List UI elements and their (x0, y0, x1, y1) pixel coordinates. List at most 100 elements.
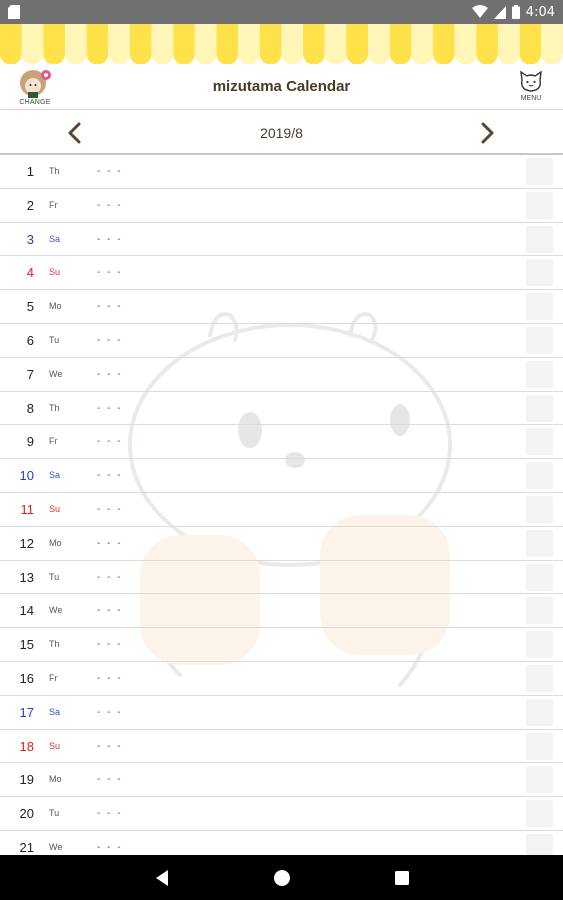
day-number: 10 (19, 468, 34, 484)
day-stamp-slot[interactable] (526, 394, 553, 422)
menu-label: MENU (520, 95, 542, 102)
day-row[interactable]: 11 Su - - - (0, 493, 563, 527)
day-row[interactable]: 21 We - - - (0, 831, 563, 855)
weekday-label: Sa (49, 470, 61, 481)
day-stamp-slot[interactable] (526, 191, 553, 219)
day-row[interactable]: 13 Tu - - - (0, 561, 563, 595)
app-header: CHANGE mizutama Calendar MENU (0, 64, 563, 110)
month-navigation: 2019/8 (0, 111, 563, 155)
change-label: CHANGE (19, 99, 51, 106)
weekday-label: Th (49, 402, 60, 413)
day-stamp-slot[interactable] (526, 766, 553, 794)
event-placeholder: - - - (97, 537, 123, 549)
awning-stripe (281, 24, 304, 64)
event-placeholder: - - - (97, 842, 123, 853)
awning-stripe (324, 24, 347, 64)
day-stamp-slot[interactable] (526, 327, 553, 354)
awning-stripe (129, 24, 152, 64)
wifi-icon (471, 5, 488, 18)
event-placeholder: - - - (97, 774, 123, 786)
awning-stripe (541, 24, 563, 64)
awning-stripe (519, 24, 542, 64)
day-row[interactable]: 12 Mo - - - (0, 527, 563, 561)
day-row[interactable]: 1 Th - - - (0, 155, 563, 189)
day-row[interactable]: 9 Fr - - - (0, 425, 563, 460)
day-stamp-slot[interactable] (526, 597, 553, 625)
event-placeholder: - - - (97, 199, 123, 211)
day-number: 12 (19, 535, 34, 551)
menu-button[interactable]: MENU (515, 70, 547, 110)
weekday-label: Tu (49, 335, 60, 345)
day-number: 17 (19, 704, 34, 720)
day-stamp-slot[interactable] (526, 732, 553, 760)
recents-icon[interactable] (392, 868, 412, 888)
day-row[interactable]: 17 Sa - - - (0, 696, 563, 730)
day-number: 8 (26, 400, 34, 416)
awning-stripe (108, 24, 130, 64)
home-icon[interactable] (272, 868, 292, 888)
day-list[interactable]: 1 Th - - - 2 Fr - - - 3 Sa - - - 4 Su - - - 5 Mo - - -… (0, 155, 563, 855)
day-stamp-slot[interactable] (526, 834, 553, 855)
day-stamp-slot[interactable] (526, 293, 553, 321)
day-number: 11 (20, 502, 35, 517)
day-number: 13 (19, 569, 34, 585)
day-row[interactable]: 14 We - - - (0, 594, 563, 629)
day-stamp-slot[interactable] (526, 563, 553, 591)
day-stamp-slot[interactable] (526, 158, 553, 185)
awning-stripe (497, 24, 520, 64)
day-stamp-slot[interactable] (526, 631, 553, 659)
weekday-label: Th (49, 639, 60, 650)
day-row[interactable]: 18 Su - - - (0, 730, 563, 764)
status-bar: 4:04 (0, 0, 563, 24)
back-icon[interactable] (152, 868, 172, 888)
event-placeholder: - - - (97, 368, 123, 380)
day-stamp-slot[interactable] (526, 529, 553, 557)
day-number: 21 (19, 840, 34, 855)
day-row[interactable]: 7 We - - - (0, 358, 563, 392)
weekday-label: We (49, 368, 63, 379)
day-stamp-slot[interactable] (526, 225, 553, 253)
event-placeholder: - - - (97, 740, 123, 752)
day-row[interactable]: 8 Th - - - (0, 392, 563, 426)
awning-stripe (151, 24, 174, 64)
day-row[interactable]: 2 Fr - - - (0, 189, 563, 223)
awning-stripe (411, 24, 433, 64)
event-placeholder: - - - (97, 301, 123, 313)
day-number: 6 (26, 333, 34, 348)
status-time: 4:04 (525, 4, 555, 20)
weekday-label: Fr (49, 199, 58, 210)
day-stamp-slot[interactable] (526, 698, 553, 726)
weekday-label: Mo (49, 774, 62, 785)
day-row[interactable]: 6 Tu - - - (0, 324, 563, 358)
event-placeholder: - - - (97, 166, 123, 177)
app-title: mizutama Calendar (212, 78, 351, 95)
weekday-label: Tu (49, 571, 60, 582)
day-row[interactable]: 19 Mo - - - (0, 763, 563, 798)
weekday-label: We (49, 842, 63, 852)
day-stamp-slot[interactable] (526, 259, 553, 287)
day-row[interactable]: 16 Fr - - - (0, 662, 563, 696)
event-placeholder: - - - (97, 233, 123, 245)
event-placeholder: - - - (97, 402, 123, 414)
weekday-label: Fr (49, 436, 58, 447)
day-row[interactable]: 10 Sa - - - (0, 459, 563, 493)
day-number: 7 (26, 366, 34, 382)
awning-stripe (238, 24, 260, 64)
next-month-icon[interactable] (476, 121, 498, 145)
day-stamp-slot[interactable] (526, 428, 553, 456)
day-stamp-slot[interactable] (526, 665, 553, 692)
day-row[interactable]: 3 Sa - - - (0, 223, 563, 257)
day-stamp-slot[interactable] (526, 462, 553, 490)
day-row[interactable]: 20 Tu - - - (0, 797, 563, 831)
day-stamp-slot[interactable] (526, 360, 553, 388)
day-row[interactable]: 5 Mo - - - (0, 290, 563, 324)
day-row[interactable]: 15 Th - - - (0, 628, 563, 662)
day-number: 19 (19, 772, 34, 788)
signal-icon (493, 6, 506, 19)
day-stamp-slot[interactable] (526, 800, 553, 828)
day-row[interactable]: 4 Su - - - (0, 256, 563, 291)
awning-stripe (86, 24, 109, 64)
day-stamp-slot[interactable] (526, 496, 553, 523)
weekday-label: Fr (49, 673, 58, 683)
status-icons: 4:04 (471, 3, 555, 21)
